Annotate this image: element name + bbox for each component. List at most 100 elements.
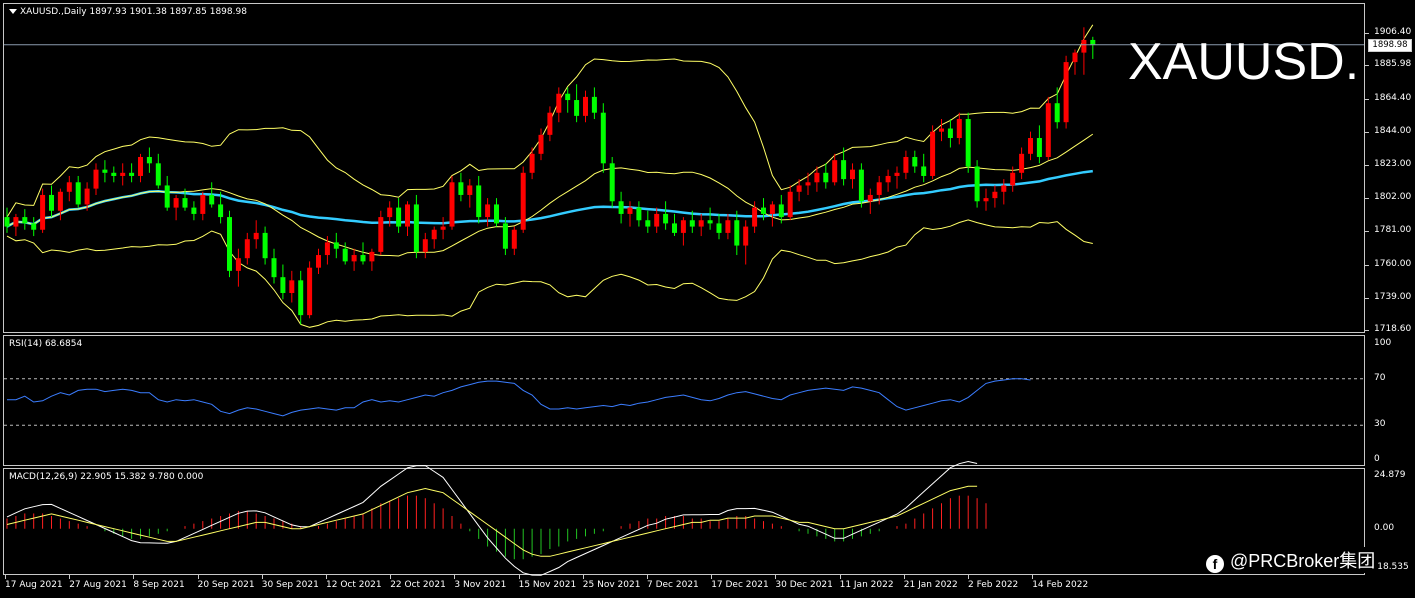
candle-body	[4, 217, 10, 227]
candle-body	[378, 217, 384, 252]
price-axis-label: 1885.98	[1374, 59, 1412, 70]
candle-body	[903, 156, 909, 173]
price-axis-label: 1718.60	[1374, 324, 1412, 334]
price-axis-label: 1823.00	[1374, 158, 1412, 169]
rsi-axis-label: 100	[1374, 338, 1392, 348]
candle-body	[440, 226, 446, 230]
candle-body	[227, 217, 232, 271]
moving-average-line	[6, 169, 1093, 228]
candle-body	[138, 156, 143, 176]
candle-body	[387, 207, 393, 218]
price-axis-tick	[1365, 164, 1369, 166]
macd-axis-label: -18.535	[1374, 562, 1409, 572]
candle-body	[609, 163, 615, 202]
candle-body	[912, 156, 918, 167]
candle-body	[930, 131, 936, 176]
candle-body	[413, 204, 419, 252]
candle-body	[841, 160, 847, 180]
candle-body	[547, 112, 553, 135]
candle-body	[485, 204, 491, 218]
candle-body	[752, 207, 758, 227]
candle-body	[858, 169, 864, 202]
candle-body	[787, 191, 793, 218]
candle-body	[529, 153, 535, 173]
price-axis-tick	[1365, 297, 1369, 299]
candle-body	[146, 156, 152, 164]
price-axis-label: 1802.00	[1374, 192, 1412, 203]
candle-body	[814, 172, 820, 183]
bollinger-middle-band	[6, 133, 1094, 257]
rsi-line	[7, 378, 1031, 417]
price-axis-label: 1739.00	[1374, 291, 1412, 302]
candle-body	[271, 258, 277, 278]
date-axis-tick	[839, 575, 841, 579]
candle-body	[538, 134, 544, 154]
candle-body	[262, 232, 268, 259]
candle-body	[600, 112, 606, 164]
date-axis-tick	[518, 575, 520, 579]
date-axis-tick	[197, 575, 199, 579]
candle-body	[173, 198, 179, 208]
price-axis-label: 1864.40	[1374, 93, 1412, 104]
candle-body	[850, 169, 855, 180]
date-axis-tick	[582, 575, 584, 579]
price-axis-label: 1906.40	[1374, 27, 1412, 37]
candle-body	[556, 93, 562, 113]
date-axis-tick	[69, 575, 71, 579]
candle-body	[716, 223, 722, 233]
candle-body	[689, 220, 695, 227]
brand-watermark: f @PRCBroker集团	[1203, 547, 1379, 573]
date-axis-tick	[775, 575, 777, 579]
candle-body	[645, 220, 651, 227]
candle-body	[921, 166, 927, 176]
candle-body	[1054, 103, 1060, 123]
date-axis-label: 15 Nov 2021	[518, 580, 577, 590]
candle-body	[734, 220, 740, 246]
price-axis-label: 1844.00	[1374, 125, 1412, 136]
price-axis-label: 1760.00	[1374, 258, 1412, 269]
candle-body	[31, 223, 37, 230]
candle-body	[769, 204, 775, 214]
date-axis-tick	[1032, 575, 1034, 579]
date-axis-label: 25 Nov 2021	[582, 580, 641, 590]
date-axis-label: 12 Oct 2021	[326, 580, 382, 590]
candle-body	[307, 267, 313, 316]
candle-body	[13, 217, 19, 227]
candle-body	[876, 182, 882, 195]
candle-body	[360, 255, 366, 262]
date-axis-label: 11 Jan 2022	[839, 580, 894, 590]
date-axis-label: 27 Aug 2021	[69, 580, 127, 590]
candle-body	[200, 194, 206, 214]
candle-body	[1028, 138, 1033, 154]
candle-body	[992, 191, 998, 199]
candle-body	[93, 169, 99, 189]
candle-body	[1010, 172, 1016, 186]
candle-body	[155, 163, 161, 186]
candle-body	[49, 194, 54, 211]
candle-body	[823, 172, 829, 183]
brand-text: @PRCBroker集团	[1230, 551, 1376, 571]
candle-body	[405, 204, 410, 227]
macd-axis-label: 0.00	[1374, 522, 1395, 533]
candle-body	[778, 204, 784, 218]
candle-body	[947, 128, 953, 139]
candle-body	[369, 251, 375, 262]
candle-body	[102, 169, 108, 173]
date-axis-label: 21 Jan 2022	[903, 580, 958, 590]
candle-body	[351, 255, 357, 262]
date-axis-tick	[454, 575, 456, 579]
bollinger-lower-band	[6, 219, 1093, 328]
candle-body	[342, 248, 348, 262]
price-axis-label: 1781.00	[1374, 225, 1412, 236]
symbol-watermark: XAUUSD.	[1128, 33, 1360, 91]
price-axis-tick	[1365, 198, 1369, 200]
candle-body	[467, 185, 473, 195]
candle-body	[654, 213, 660, 227]
candle-body	[191, 207, 197, 214]
date-axis-tick	[647, 575, 648, 579]
candle-body	[974, 166, 980, 202]
candle-body	[591, 96, 597, 113]
candle-body	[333, 242, 339, 249]
candle-body	[1063, 62, 1069, 123]
candle-body	[66, 182, 72, 192]
